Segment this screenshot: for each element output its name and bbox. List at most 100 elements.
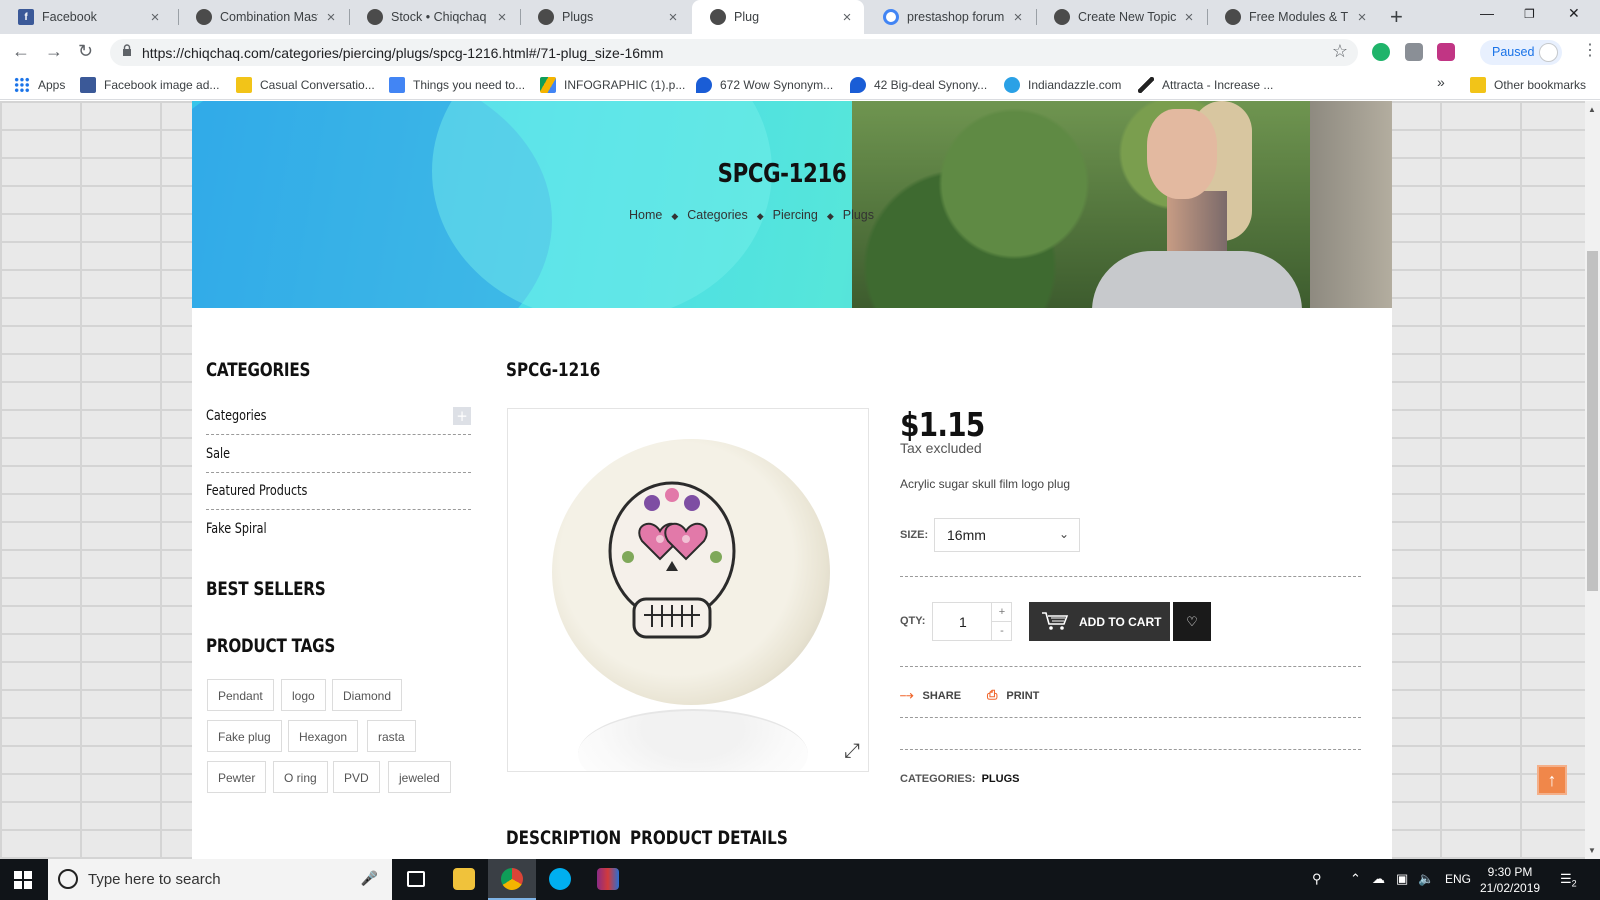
minimize-icon[interactable]: — <box>1480 5 1494 21</box>
chevron-up-icon[interactable]: ⌃ <box>1350 871 1361 887</box>
back-to-top-button[interactable]: ↑ <box>1537 765 1567 795</box>
tab-stock[interactable]: Stock • Chiqchaq Bo × <box>349 0 519 34</box>
product-title: SPCG-1216 <box>506 359 601 381</box>
code-extension-icon[interactable] <box>1405 43 1423 61</box>
breadcrumb-plugs[interactable]: Plugs <box>843 208 874 222</box>
task-view-button[interactable] <box>392 859 440 900</box>
thesaurus-icon <box>850 77 866 93</box>
sidebar-item-categories[interactable]: Categories + <box>206 398 471 435</box>
reload-icon[interactable]: ↻ <box>78 41 93 62</box>
tag-o-ring[interactable]: O ring <box>273 761 328 793</box>
microphone-icon[interactable]: 🎤 <box>361 870 378 887</box>
bookmark-big-deal-synonyms[interactable]: 42 Big-deal Synony... <box>850 77 987 93</box>
close-icon[interactable]: × <box>1182 9 1196 26</box>
tag-pewter[interactable]: Pewter <box>207 761 267 793</box>
sidebar-item-featured-products[interactable]: Featured Products <box>206 473 471 510</box>
bookmark-infographic[interactable]: INFOGRAPHIC (1).p... <box>540 77 685 93</box>
size-select[interactable]: 16mm ⌄ <box>934 518 1080 552</box>
category-link-plugs[interactable]: PLUGS <box>982 773 1020 785</box>
tag-diamond[interactable]: Diamond <box>332 679 403 711</box>
sidebar-item-label: Fake Spiral <box>206 521 267 537</box>
bookmark-things-you-need[interactable]: Things you need to... <box>389 77 525 93</box>
tag-fake-plug[interactable]: Fake plug <box>207 720 282 752</box>
system-clock[interactable]: 9:30 PM 21/02/2019 <box>1480 864 1540 896</box>
bookmark-indiandazzle[interactable]: Indiandazzle.com <box>1004 77 1121 93</box>
tab-plug-active[interactable]: Plug × <box>692 0 864 34</box>
back-icon[interactable]: ← <box>12 41 30 62</box>
scrollbar-thumb[interactable] <box>1587 251 1598 591</box>
quantity-decrease-button[interactable]: - <box>991 622 1012 641</box>
tab-plugs[interactable]: Plugs × <box>520 0 690 34</box>
tab-combination-master[interactable]: Combination Maste × <box>178 0 348 34</box>
forward-icon[interactable]: → <box>45 41 63 62</box>
product-image[interactable]: ⤢ <box>507 408 869 772</box>
onedrive-icon[interactable]: ☁ <box>1372 871 1385 887</box>
tag-hexagon[interactable]: Hexagon <box>288 720 359 752</box>
close-icon[interactable]: × <box>1355 9 1369 26</box>
bookmark-facebook-image-ad[interactable]: Facebook image ad... <box>80 77 219 93</box>
print-button[interactable]: ⎙ PRINT <box>987 687 1039 703</box>
tag-pendant[interactable]: Pendant <box>207 679 274 711</box>
taskbar-winrar[interactable] <box>584 859 632 900</box>
action-center-icon[interactable]: ☰2 <box>1560 871 1577 889</box>
close-icon[interactable]: × <box>1011 9 1025 26</box>
address-bar[interactable]: https://chiqchaq.com/categories/piercing… <box>110 39 1358 66</box>
tab-free-modules[interactable]: Free Modules & The × <box>1207 0 1379 34</box>
bookmark-casual-conversation[interactable]: Casual Conversatio... <box>236 77 375 93</box>
bookmark-apps[interactable]: Apps <box>14 77 65 93</box>
new-tab-button[interactable]: + <box>1390 4 1403 30</box>
bookmark-star-icon[interactable]: ☆ <box>1332 41 1348 62</box>
taskbar-skype[interactable] <box>536 859 584 900</box>
taskbar-file-explorer[interactable] <box>440 859 488 900</box>
network-icon[interactable]: ▣ <box>1396 871 1408 887</box>
volume-icon[interactable]: 🔈 <box>1418 871 1434 887</box>
scroll-up-icon[interactable]: ▲ <box>1588 105 1596 114</box>
close-icon[interactable]: × <box>324 9 338 26</box>
language-indicator[interactable]: ENG <box>1445 872 1471 886</box>
prestashop-icon <box>367 9 383 25</box>
tab-description[interactable]: DESCRIPTION <box>506 827 621 849</box>
tab-create-new-topic[interactable]: Create New Topic - × <box>1036 0 1206 34</box>
profile-button[interactable]: Paused <box>1480 40 1562 65</box>
bookmark-wow-synonyms[interactable]: 672 Wow Synonym... <box>696 77 833 93</box>
window-close-icon[interactable]: ✕ <box>1568 5 1580 22</box>
bookmarks-overflow-button[interactable]: » <box>1437 74 1445 90</box>
bookmark-attracta[interactable]: Attracta - Increase ... <box>1138 77 1273 93</box>
taskbar-search-box[interactable]: Type here to search 🎤 <box>48 859 392 900</box>
instagram-icon[interactable] <box>1437 43 1455 61</box>
tab-title: Combination Maste <box>220 10 318 24</box>
breadcrumb-home[interactable]: Home <box>629 208 662 222</box>
add-to-cart-button[interactable]: ADD TO CART <box>1029 602 1170 641</box>
expand-plus-icon[interactable]: + <box>453 407 471 425</box>
browser-menu-icon[interactable]: ⋮ <box>1582 40 1598 60</box>
sidebar-item-sale[interactable]: Sale <box>206 436 471 473</box>
tab-prestashop-forum[interactable]: prestashop forum - × <box>865 0 1035 34</box>
tag-logo[interactable]: logo <box>281 679 326 711</box>
expand-image-icon[interactable]: ⤢ <box>844 740 860 763</box>
tag-pvd[interactable]: PVD <box>333 761 380 793</box>
quantity-input[interactable]: 1 <box>959 614 967 630</box>
other-bookmarks[interactable]: Other bookmarks <box>1470 77 1586 93</box>
taskbar-chrome[interactable] <box>488 859 536 900</box>
share-button[interactable]: ⤍ SHARE <box>900 687 961 703</box>
tag-rasta[interactable]: rasta <box>367 720 416 752</box>
close-icon[interactable]: × <box>840 9 854 26</box>
restore-icon[interactable]: ❐ <box>1524 7 1535 21</box>
close-icon[interactable]: × <box>495 9 509 26</box>
breadcrumb-piercing[interactable]: Piercing <box>773 208 818 222</box>
windows-start-icon[interactable] <box>14 871 32 889</box>
quantity-increase-button[interactable]: + <box>991 603 1012 622</box>
close-icon[interactable]: × <box>666 9 680 26</box>
sidebar-item-fake-spiral[interactable]: Fake Spiral <box>206 511 471 548</box>
tab-facebook[interactable]: f Facebook × <box>0 0 172 34</box>
sidebar-item-label: Featured Products <box>206 483 308 499</box>
close-icon[interactable]: × <box>148 9 162 26</box>
tab-product-details[interactable]: PRODUCT DETAILS <box>630 827 788 849</box>
people-icon[interactable]: ⚲ <box>1312 871 1322 887</box>
tag-jeweled[interactable]: jeweled <box>388 761 451 793</box>
page-scrollbar[interactable]: ▲ ▼ <box>1585 101 1600 859</box>
wishlist-button[interactable]: ♡ <box>1173 602 1211 641</box>
breadcrumb-categories[interactable]: Categories <box>687 208 747 222</box>
scroll-down-icon[interactable]: ▼ <box>1588 846 1596 855</box>
grammarly-icon[interactable] <box>1372 43 1390 61</box>
